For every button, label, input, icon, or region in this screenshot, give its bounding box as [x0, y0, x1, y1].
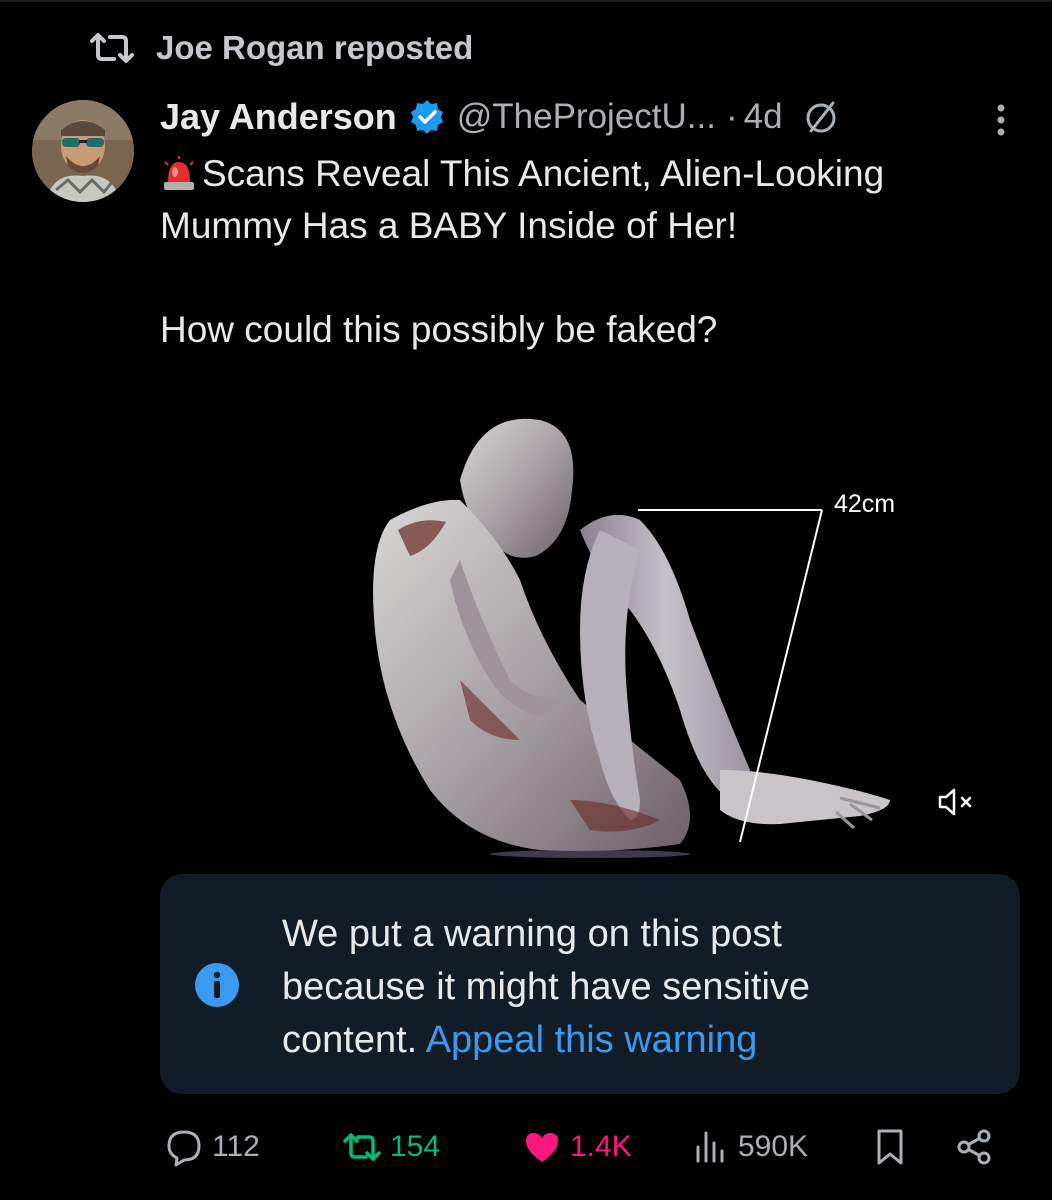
views-count: 590K	[738, 1130, 809, 1163]
like-button[interactable]: 1.4K	[522, 1120, 632, 1174]
warning-line-2: because it might have sensitive	[282, 966, 811, 1008]
separator-dot: ·	[725, 97, 738, 136]
reply-button[interactable]: 112	[164, 1120, 260, 1174]
warning-line-3-prefix: content.	[282, 1019, 418, 1061]
avatar-image	[32, 100, 134, 202]
heart-icon	[526, 1133, 558, 1162]
avatar[interactable]	[32, 100, 134, 202]
warning-line-3: content. Appeal this warning	[282, 1014, 982, 1067]
sensitive-content-warning: We put a warning on this post because it…	[160, 874, 1020, 1094]
verified-badge-icon[interactable]	[409, 99, 445, 135]
tweet-line-1-text: Scans Reveal This Ancient, Alien-Looking	[202, 153, 885, 194]
repost-button[interactable]: 154	[342, 1120, 440, 1174]
views-icon	[696, 1131, 724, 1163]
like-count: 1.4K	[570, 1130, 632, 1163]
repost-header-text: Joe Rogan reposted	[156, 29, 474, 66]
post-time[interactable]: 4d	[744, 97, 783, 137]
bookmark-button[interactable]	[870, 1120, 910, 1174]
bookmark-icon	[877, 1129, 903, 1165]
author-display-name[interactable]: Jay Anderson	[160, 96, 397, 138]
null-circle-icon	[806, 101, 836, 133]
repost-header[interactable]: Joe Rogan reposted	[90, 28, 473, 68]
top-divider	[0, 0, 1052, 2]
mute-icon[interactable]	[936, 784, 978, 820]
measurement-label: 42cm	[834, 490, 896, 518]
tweet-line-3: How could this possibly be faked?	[160, 309, 718, 350]
more-icon[interactable]	[986, 100, 1016, 140]
repost-icon	[90, 33, 134, 63]
author-handle[interactable]: @TheProjectU...	[457, 97, 716, 137]
warning-line-1: We put a warning on this post	[282, 913, 782, 955]
reply-icon	[167, 1130, 201, 1167]
appeal-warning-link[interactable]: Appeal this warning	[426, 1019, 758, 1061]
info-icon	[195, 963, 239, 1007]
tweet-line-2: Mummy Has a BABY Inside of Her!	[160, 205, 738, 246]
tweet-text: Scans Reveal This Ancient, Alien-Looking…	[160, 148, 1020, 356]
views-button[interactable]: 590K	[690, 1120, 808, 1174]
tweet-line-1: Scans Reveal This Ancient, Alien-Looking	[160, 148, 1020, 200]
share-button[interactable]	[954, 1120, 994, 1174]
action-bar: 112 154 1.4K 590K	[160, 1120, 1020, 1174]
media-video[interactable]: 42cm	[160, 380, 1020, 880]
repost-count: 154	[390, 1130, 441, 1163]
share-icon	[957, 1129, 991, 1165]
mummy-image	[373, 418, 890, 858]
warning-text: We put a warning on this post because it…	[282, 908, 982, 1067]
reply-count: 112	[212, 1130, 260, 1163]
siren-emoji-icon	[164, 156, 194, 190]
tweet-header: Jay Anderson @TheProjectU... · 4d	[160, 94, 839, 140]
repost-icon	[343, 1133, 381, 1161]
